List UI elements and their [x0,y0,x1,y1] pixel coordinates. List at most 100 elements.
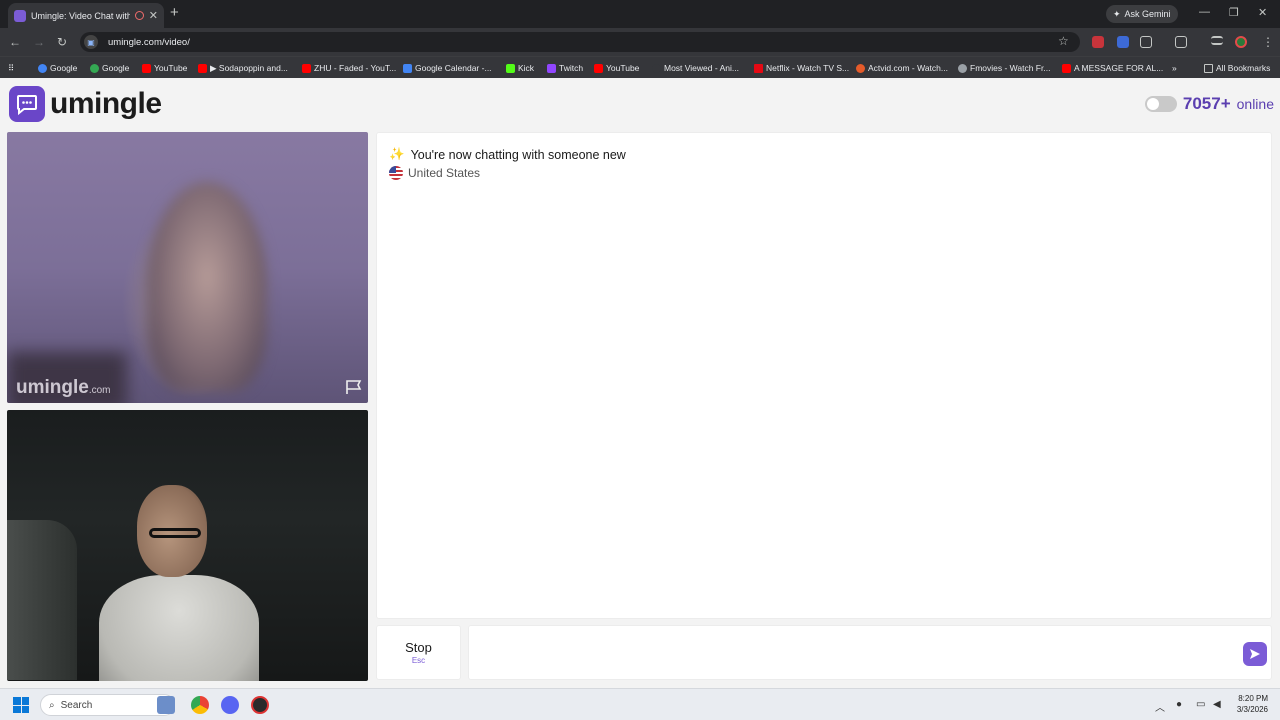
taskbar-search[interactable]: ⌕ Search [40,694,175,716]
extension-1-icon[interactable] [1092,36,1104,48]
gemini-sparkle-icon: ✦ [1113,8,1121,19]
country-label: United States [408,166,481,180]
report-flag-icon[interactable] [345,379,363,395]
kick-icon [506,63,515,73]
bookmark-kick[interactable]: Kick [506,61,534,75]
close-window-icon[interactable]: ✕ [1258,6,1267,19]
browser-menu-icon[interactable]: ⋮ [1262,35,1274,49]
recording-indicator-icon [134,11,144,20]
extension-2-icon[interactable] [1117,36,1129,48]
message-input[interactable] [477,636,1237,670]
bookmark-a-message[interactable]: A MESSAGE FOR AL... [1062,61,1163,75]
browser-tab-active[interactable]: Umingle: Video Chat with S ✕ [8,3,164,28]
online-count: 7057+ [1182,94,1231,113]
google-icon [38,63,47,73]
chat-system-notice: ✨ You're now chatting with someone new [389,147,626,162]
message-composer [468,625,1272,680]
new-tab-button[interactable]: + [170,5,179,21]
microphone-icon[interactable]: ● [1176,699,1182,710]
clock-date: 3/3/2026 [1236,705,1268,714]
chat-log: ✨ You're now chatting with someone new U… [376,132,1272,619]
search-icon: ⌕ [49,699,55,711]
taskbar-clock[interactable]: 8:20 PM 3/3/2026 [1237,693,1268,715]
self-arm [7,520,77,680]
cast-icon[interactable] [1175,36,1187,48]
twitch-icon [547,63,556,73]
bookmark-fmovies[interactable]: Fmovies - Watch Fr... [958,61,1050,75]
back-arrow-icon[interactable]: ← [9,35,21,49]
bookmark-actvid[interactable]: Actvid.com - Watch... [856,61,948,75]
clock-time: 8:20 PM [1238,694,1268,703]
logo-text: umingle [50,87,162,120]
discord-taskbar-icon[interactable] [221,696,239,714]
close-tab-icon[interactable]: ✕ [149,9,158,22]
widgets-icon[interactable] [157,696,175,714]
bookmark-sodapoppin[interactable]: ▶ Sodapoppin and... [198,61,288,75]
bookmark-zhu-faded[interactable]: ZHU - Faded - YouT... [302,61,396,75]
volume-icon[interactable]: ◀ [1213,699,1221,710]
bookmark-youtube-2[interactable]: YouTube [594,61,639,75]
youtube-icon [198,63,207,73]
stranger-country: United States [389,166,480,180]
self-video [7,410,368,681]
online-status: 7057+ online [1144,94,1274,114]
youtube-icon [1062,63,1071,73]
site-logo[interactable]: umingle [9,86,162,122]
chrome-taskbar-icon[interactable] [191,696,209,714]
address-bar[interactable]: ▣ umingle.com/video/ [80,32,1080,52]
more-bookmarks-chevron-icon[interactable]: » [1172,61,1177,75]
url-text[interactable]: umingle.com/video/ [108,37,190,48]
send-button[interactable] [1243,642,1267,666]
tray-overflow-chevron-icon[interactable]: ︿ [1155,699,1165,714]
ask-gemini-label: Ask Gemini [1124,9,1171,19]
ask-gemini-button[interactable]: ✦ Ask Gemini [1106,5,1178,23]
bookmark-twitch[interactable]: Twitch [547,61,583,75]
bookmark-star-icon[interactable]: ☆ [1058,34,1069,48]
chat-bubble-logo-icon [9,86,45,122]
obs-taskbar-icon[interactable] [251,696,269,714]
stranger-video: umingle.com [7,132,368,403]
sparkle-icon: ✨ [389,147,405,161]
google-icon [90,63,99,73]
video-watermark: umingle.com [16,377,111,398]
taskbar-search-label: Search [60,699,93,711]
bookmark-most-viewed[interactable]: Most Viewed - Ani... [652,61,739,75]
bookmark-google-calendar[interactable]: Google Calendar -... [403,61,492,75]
calendar-icon [403,63,412,73]
stop-button[interactable]: Stop Esc [376,625,461,680]
umingle-page: umingle 7057+ online umingle.com ✨ You'r… [0,78,1280,688]
apps-grid-icon[interactable]: ⠿ [8,61,14,75]
umingle-favicon-icon [14,9,26,22]
theme-toggle[interactable] [1144,96,1177,112]
self-body [99,575,259,681]
extensions-puzzle-icon[interactable] [1140,36,1152,48]
youtube-icon [302,63,311,73]
bookmark-netflix[interactable]: Netflix - Watch TV S... [754,61,849,75]
stop-label: Stop [405,640,432,655]
tab-title: Umingle: Video Chat with S [31,10,130,21]
bookmark-google-2[interactable]: Google [90,61,129,75]
site-info-icon[interactable]: ▣ [84,35,98,49]
toggle-knob [1146,98,1159,110]
actvid-icon [856,63,865,73]
bookmark-google-1[interactable]: Google [38,61,77,75]
youtube-icon [142,63,151,73]
self-glasses [149,528,201,538]
profile-avatar-icon[interactable] [1235,36,1247,48]
reload-icon[interactable]: ↻ [57,35,67,49]
bookmark-youtube-1[interactable]: YouTube [142,61,187,75]
windows-start-icon[interactable] [13,697,29,713]
folder-icon [1204,63,1213,73]
stranger-figure [147,182,267,392]
maximize-window-icon[interactable]: ❐ [1229,6,1239,19]
bookmarks-bar: ⠿ Google Google YouTube ▶ Sodapoppin and… [0,56,1280,78]
notice-text: You're now chatting with someone new [410,147,626,162]
minimize-window-icon[interactable]: — [1199,6,1210,18]
online-label: online [1236,96,1274,112]
media-controls-icon[interactable] [1211,36,1223,45]
network-icon[interactable]: ▭ [1196,699,1205,710]
all-bookmarks-button[interactable]: All Bookmarks [1204,61,1270,75]
us-flag-icon [389,166,403,180]
forward-arrow-icon[interactable]: → [33,35,45,49]
youtube-icon [594,63,603,73]
